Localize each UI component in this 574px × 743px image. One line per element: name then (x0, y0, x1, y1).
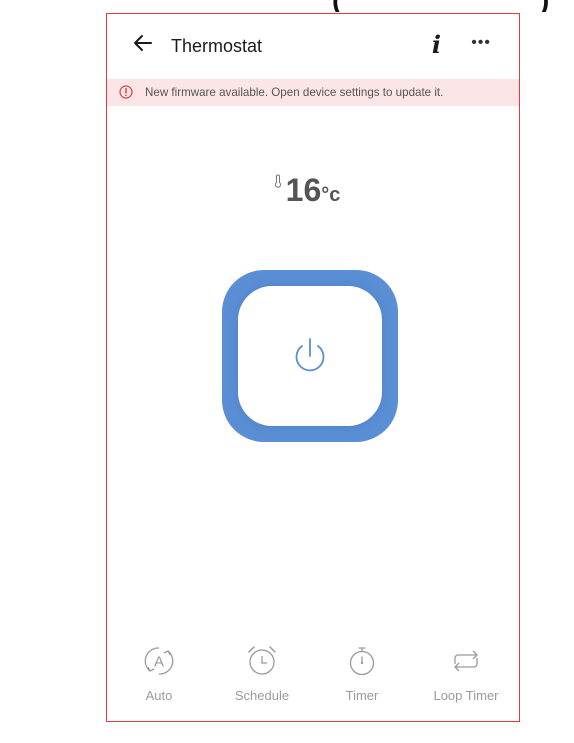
top-bar: Thermostat i ••• (107, 14, 519, 72)
firmware-banner[interactable]: New firmware available. Open device sett… (107, 79, 519, 106)
tab-auto[interactable]: A Auto (114, 642, 204, 703)
tab-auto-label: Auto (145, 688, 173, 703)
app-screen: Thermostat i ••• New firmware available.… (106, 13, 520, 722)
page-title: Thermostat (171, 36, 263, 56)
alarm-clock-icon (248, 646, 276, 675)
clipped-paren-close: ) (540, 0, 549, 12)
clipped-paren-open: ( (332, 0, 341, 12)
power-button-face (238, 286, 382, 426)
banner-message: New firmware available. Open device sett… (145, 86, 444, 99)
tab-timer-label: Timer (345, 688, 379, 703)
svg-text:A: A (154, 654, 164, 671)
stopwatch-icon (349, 647, 375, 676)
tab-loop-timer-label: Loop Timer (433, 688, 499, 703)
loop-arrows-icon (454, 650, 478, 672)
mode-tab-bar: A Auto Schedule Timer Loop Timer (107, 642, 519, 712)
arrow-left-icon[interactable] (131, 31, 155, 55)
clipped-heading-fragment: ( ) (0, 0, 574, 12)
info-button[interactable]: i (432, 30, 441, 59)
auto-mode-icon: A (144, 647, 174, 675)
temperature-value: 16 (285, 172, 322, 208)
power-icon (295, 338, 325, 372)
power-button[interactable] (222, 270, 398, 442)
tab-loop-timer[interactable]: Loop Timer (421, 642, 511, 703)
temperature-unit: °c (321, 184, 341, 206)
tab-schedule-label: Schedule (234, 688, 290, 703)
tab-schedule[interactable]: Schedule (217, 642, 307, 703)
warning-circle-icon (119, 85, 133, 99)
tab-timer[interactable]: Timer (317, 642, 407, 703)
more-options-button[interactable]: ••• (471, 34, 491, 52)
temperature-display: 16°c (107, 172, 519, 209)
thermometer-icon (274, 174, 281, 188)
